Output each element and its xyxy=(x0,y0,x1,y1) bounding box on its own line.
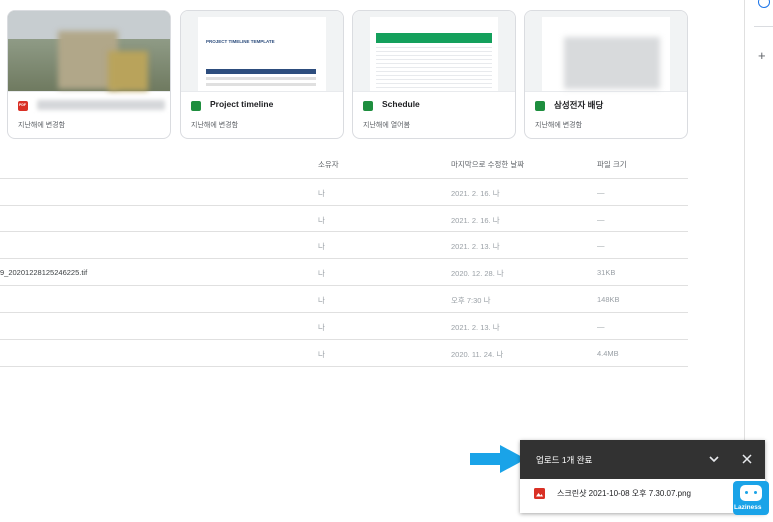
file-size: — xyxy=(597,215,605,224)
column-header-modified[interactable]: 마지막으로 수정한 날짜 xyxy=(451,159,524,170)
file-modified: 2021. 2. 13. 나 xyxy=(451,323,500,332)
file-name: 9_20201228125246225.tif xyxy=(0,268,88,277)
card-subtitle: 지난해에 변경함 xyxy=(18,122,66,129)
table-row[interactable]: 나 2020. 11. 24. 나 4.4MB xyxy=(0,339,688,367)
file-owner: 나 xyxy=(318,216,325,225)
side-panel-separator xyxy=(754,26,773,27)
card-thumbnail: PROJECT TIMELINE TEMPLATE xyxy=(181,11,343,92)
card-thumbnail xyxy=(525,11,687,92)
sheets-icon xyxy=(363,101,373,111)
file-modified: 2020. 12. 28. 나 xyxy=(451,269,504,278)
logo-face-icon xyxy=(740,485,762,501)
side-panel-divider xyxy=(744,0,745,440)
file-modified: 오후 7:30 나 xyxy=(451,296,491,305)
table-row[interactable]: 나 2021. 2. 13. 나 — xyxy=(0,312,688,339)
file-modified: 2021. 2. 16. 나 xyxy=(451,216,500,225)
add-addon-button[interactable]: + xyxy=(758,48,766,63)
file-size: — xyxy=(597,322,605,331)
upload-toast-header: 업로드 1개 완료 xyxy=(520,440,765,479)
card-subtitle: 지난해에 변경함 xyxy=(535,122,583,129)
thumb-heading: PROJECT TIMELINE TEMPLATE xyxy=(206,39,275,44)
pdf-icon: PDF xyxy=(18,101,28,111)
quick-access-card-samsung-dividend[interactable]: 삼성전자 배당 지난해에 변경함 xyxy=(524,10,688,139)
table-row[interactable]: 나 2021. 2. 16. 나 — xyxy=(0,178,688,205)
card-thumbnail xyxy=(8,11,170,92)
file-modified: 2020. 11. 24. 나 xyxy=(451,350,504,359)
upload-toast-title: 업로드 1개 완료 xyxy=(536,455,593,465)
close-icon[interactable] xyxy=(741,453,753,465)
file-size: 4.4MB xyxy=(597,349,619,358)
quick-access-card-pdf[interactable]: PDF 지난해에 변경함 xyxy=(7,10,171,139)
upload-toast: 업로드 1개 완료 스크린샷 2021-10-08 오후 7.30.07.png xyxy=(520,440,765,513)
file-owner: 나 xyxy=(318,242,325,251)
quick-access-card-schedule[interactable]: Schedule 지난해에 열어봄 xyxy=(352,10,516,139)
card-name: 삼성전자 배당 xyxy=(554,100,604,110)
upload-item[interactable]: 스크린샷 2021-10-08 오후 7.30.07.png xyxy=(520,479,765,513)
laziness-logo: Laziness xyxy=(733,481,769,515)
table-row[interactable]: 나 2021. 2. 13. 나 — xyxy=(0,231,688,258)
card-thumbnail xyxy=(353,11,515,92)
quick-access-card-project-timeline[interactable]: PROJECT TIMELINE TEMPLATE Project timeli… xyxy=(180,10,344,139)
card-name: Schedule xyxy=(382,99,420,109)
card-name: Project timeline xyxy=(210,99,274,109)
chevron-down-icon[interactable] xyxy=(708,454,720,464)
table-row[interactable]: 나 오후 7:30 나 148KB xyxy=(0,285,688,312)
upload-file-name: 스크린샷 2021-10-08 오후 7.30.07.png xyxy=(557,489,692,498)
file-modified: 2021. 2. 13. 나 xyxy=(451,242,500,251)
image-file-icon xyxy=(534,488,545,499)
file-owner: 나 xyxy=(318,350,325,359)
info-icon[interactable] xyxy=(758,0,770,8)
file-size: — xyxy=(597,188,605,197)
file-owner: 나 xyxy=(318,189,325,198)
column-header-owner[interactable]: 소유자 xyxy=(318,159,339,170)
file-owner: 나 xyxy=(318,323,325,332)
file-size: — xyxy=(597,241,605,250)
card-name-redacted xyxy=(37,100,165,110)
file-owner: 나 xyxy=(318,269,325,278)
logo-text: Laziness xyxy=(734,504,762,511)
column-header-size[interactable]: 파일 크기 xyxy=(597,159,627,170)
file-size: 148KB xyxy=(597,295,620,304)
file-modified: 2021. 2. 16. 나 xyxy=(451,189,500,198)
sheets-icon xyxy=(191,101,201,111)
card-subtitle: 지난해에 열어봄 xyxy=(363,122,411,129)
card-subtitle: 지난해에 변경함 xyxy=(191,122,239,129)
file-owner: 나 xyxy=(318,296,325,305)
sheets-icon xyxy=(535,101,545,111)
file-size: 31KB xyxy=(597,268,616,277)
table-row[interactable]: 9_20201228125246225.tif 나 2020. 12. 28. … xyxy=(0,258,688,285)
table-row[interactable]: 나 2021. 2. 16. 나 — xyxy=(0,205,688,232)
